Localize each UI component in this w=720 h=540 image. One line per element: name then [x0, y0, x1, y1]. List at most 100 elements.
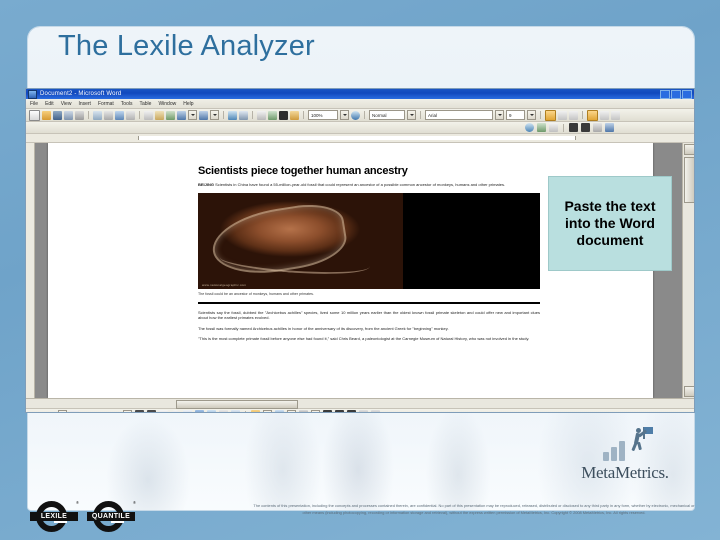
autoshapes-menu-arrow[interactable]: [123, 409, 132, 412]
font-name-dropdown-arrow[interactable]: [495, 110, 504, 120]
view-toggle-icon[interactable]: [525, 123, 534, 132]
oval-icon[interactable]: [171, 410, 180, 412]
diagram-icon[interactable]: [207, 410, 216, 412]
menu-item-edit[interactable]: Edit: [45, 101, 54, 107]
print-preview-icon[interactable]: [93, 110, 102, 120]
scroll-up-button[interactable]: [684, 144, 694, 155]
menu-item-help[interactable]: Help: [183, 101, 193, 107]
secondary-toolbar[interactable]: [26, 122, 694, 134]
open-folder-icon[interactable]: [42, 110, 51, 120]
horizontal-ruler[interactable]: [26, 134, 694, 143]
menu-item-insert[interactable]: Insert: [78, 101, 91, 107]
redo-icon[interactable]: [199, 110, 208, 120]
line-style-icon[interactable]: [323, 410, 332, 412]
table-icon[interactable]: [239, 110, 248, 120]
picture-icon[interactable]: [231, 410, 240, 412]
restore-button[interactable]: [671, 89, 681, 99]
underline-button[interactable]: [569, 110, 578, 120]
columns-icon[interactable]: [257, 110, 266, 120]
wordart-icon[interactable]: [195, 410, 204, 412]
arrow-icon[interactable]: [147, 410, 156, 412]
dash-style-icon[interactable]: [335, 410, 344, 412]
spelling-icon[interactable]: [104, 110, 113, 120]
font-name-combo[interactable]: Arial: [425, 110, 493, 120]
vertical-scroll-thumb[interactable]: [684, 157, 694, 203]
drawing-toolbar[interactable]: Draw AutoShapes: [26, 408, 694, 413]
next-icon[interactable]: [581, 123, 590, 132]
toolbar-separator: [88, 111, 89, 119]
autoshapes-menu-button[interactable]: AutoShapes: [82, 411, 120, 413]
document-map-icon[interactable]: [279, 110, 288, 120]
italic-button[interactable]: [558, 110, 567, 120]
menu-item-table[interactable]: Table: [139, 101, 151, 107]
toolbar-separator: [303, 111, 304, 119]
align-right-button[interactable]: [611, 110, 620, 120]
draw-menu-arrow[interactable]: [58, 409, 67, 412]
email-icon[interactable]: [64, 110, 73, 120]
line-color-arrow[interactable]: [287, 409, 296, 412]
font-color-icon[interactable]: [299, 410, 308, 412]
word-title-bar[interactable]: Document2 - Microsoft Word: [26, 89, 694, 99]
line-icon[interactable]: [135, 410, 144, 412]
zoom-combo[interactable]: 100%: [308, 110, 338, 120]
scroll-down-button[interactable]: [684, 386, 694, 397]
style-combo[interactable]: Normal: [369, 110, 405, 120]
font-color-arrow[interactable]: [311, 409, 320, 412]
cut-icon[interactable]: [126, 110, 135, 120]
3d-style-icon[interactable]: [371, 410, 380, 412]
toolbar-separator: [582, 111, 583, 119]
menu-item-file[interactable]: File: [30, 101, 38, 107]
article-lead-text: Scientists in China have found a 55-mill…: [215, 182, 506, 187]
vertical-scrollbar[interactable]: [682, 143, 694, 398]
close-button[interactable]: [682, 89, 692, 99]
print-icon[interactable]: [75, 110, 84, 120]
drawing-icon[interactable]: [268, 110, 277, 120]
font-size-combo[interactable]: 9: [506, 110, 525, 120]
undo-icon[interactable]: [177, 110, 186, 120]
fill-color-icon[interactable]: [251, 410, 260, 412]
new-document-icon[interactable]: [29, 109, 40, 121]
align-left-button[interactable]: [587, 109, 598, 121]
save-icon[interactable]: [53, 110, 62, 120]
text-box-icon[interactable]: [183, 410, 192, 412]
horizontal-scroll-thumb[interactable]: [176, 400, 298, 409]
show-hide-icon[interactable]: [290, 110, 299, 120]
font-size-dropdown-arrow[interactable]: [527, 110, 536, 120]
lock-icon[interactable]: [549, 123, 558, 132]
envelope-icon[interactable]: [537, 123, 546, 132]
metametrics-logo: MetaMetrics.: [565, 425, 685, 483]
menu-item-format[interactable]: Format: [98, 101, 114, 107]
menu-item-tools[interactable]: Tools: [121, 101, 133, 107]
paste-icon[interactable]: [155, 110, 164, 120]
horizontal-scrollbar[interactable]: [26, 398, 694, 409]
center-button[interactable]: [600, 110, 609, 120]
format-painter-icon[interactable]: [166, 110, 175, 120]
line-color-icon[interactable]: [275, 410, 284, 412]
zoom-dropdown-arrow[interactable]: [340, 110, 349, 120]
previous-icon[interactable]: [569, 123, 578, 132]
rectangle-icon[interactable]: [159, 410, 168, 412]
draw-menu-button[interactable]: Draw: [29, 411, 55, 413]
refresh-icon[interactable]: [605, 123, 614, 132]
clip-art-icon[interactable]: [219, 410, 228, 412]
menu-item-view[interactable]: View: [61, 101, 72, 107]
vertical-ruler[interactable]: [26, 143, 35, 398]
help-icon[interactable]: [351, 110, 360, 120]
select-browse-icon[interactable]: [593, 123, 602, 132]
bold-button[interactable]: [545, 109, 556, 121]
hyperlink-icon[interactable]: [228, 110, 237, 120]
research-icon[interactable]: [115, 110, 124, 120]
arrow-style-icon[interactable]: [347, 410, 356, 412]
minimize-button[interactable]: [660, 89, 670, 99]
word-menu-bar[interactable]: File Edit View Insert Format Tools Table…: [26, 99, 694, 109]
shadow-style-icon[interactable]: [359, 410, 368, 412]
undo-dropdown-arrow[interactable]: [188, 110, 197, 120]
redo-dropdown-arrow[interactable]: [210, 110, 219, 120]
copy-icon[interactable]: [144, 110, 153, 120]
select-objects-icon[interactable]: [70, 410, 79, 412]
style-dropdown-arrow[interactable]: [407, 110, 416, 120]
menu-item-window[interactable]: Window: [158, 101, 176, 107]
fill-color-arrow[interactable]: [263, 409, 272, 412]
window-controls[interactable]: [660, 89, 692, 99]
standard-toolbar[interactable]: 100% Normal Arial 9: [26, 109, 694, 122]
